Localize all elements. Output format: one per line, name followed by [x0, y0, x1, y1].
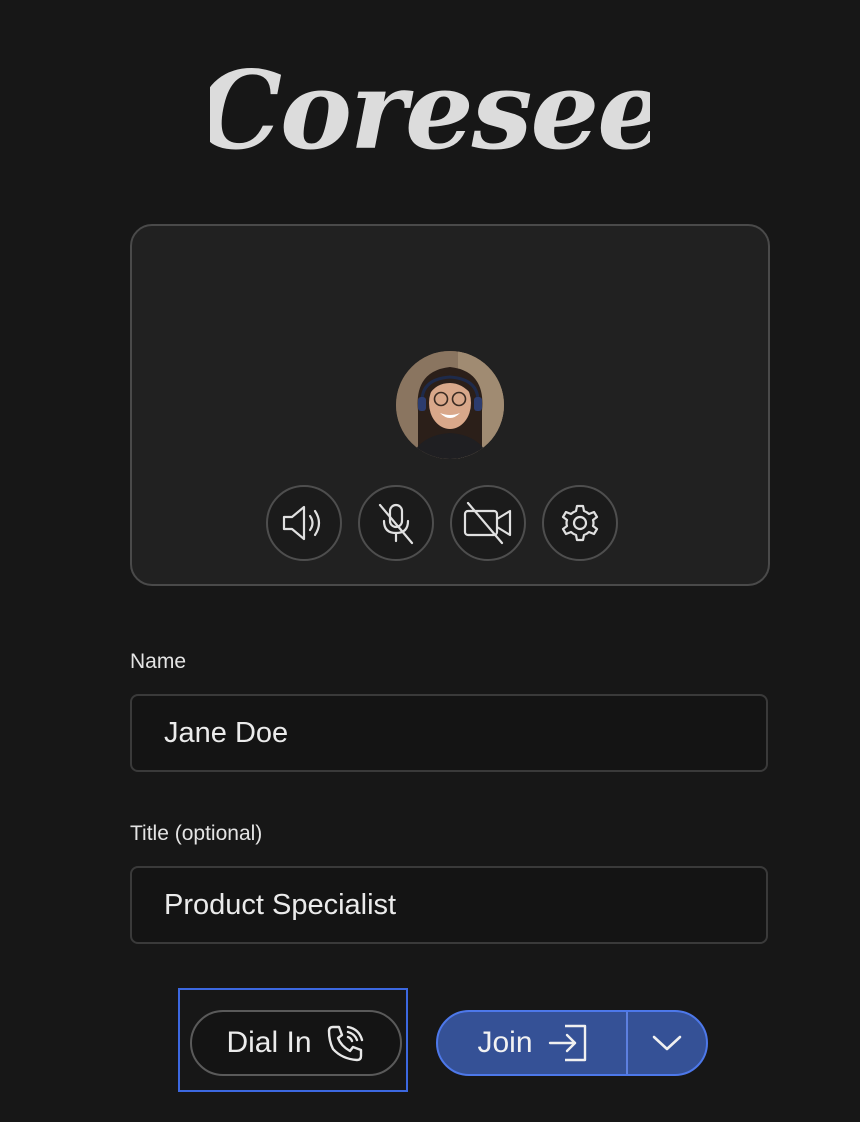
- camera-off-icon: [463, 501, 512, 545]
- logo-text: Coresee: [210, 48, 650, 174]
- settings-button[interactable]: [542, 485, 618, 561]
- join-label: Join: [477, 1026, 533, 1059]
- dial-in-button[interactable]: Dial In: [190, 1010, 402, 1076]
- join-options-dropdown[interactable]: [628, 1012, 706, 1074]
- chevron-down-icon: [652, 1035, 682, 1051]
- gear-icon: [561, 504, 599, 542]
- enter-icon: [548, 1024, 586, 1062]
- dial-in-label: Dial In: [226, 1026, 312, 1059]
- microphone-muted-icon: [378, 503, 414, 545]
- join-button-group: Join: [436, 1010, 708, 1076]
- name-label: Name: [130, 650, 187, 673]
- camera-button[interactable]: [450, 485, 526, 561]
- speaker-icon: [282, 505, 321, 541]
- avatar: [396, 351, 504, 459]
- video-preview-panel: [130, 224, 770, 586]
- join-button[interactable]: Join: [438, 1012, 626, 1074]
- name-input[interactable]: [130, 694, 768, 772]
- media-controls: [266, 485, 618, 561]
- speaker-button[interactable]: [266, 485, 342, 561]
- title-input[interactable]: [130, 866, 768, 944]
- title-label: Title (optional): [130, 822, 263, 845]
- pre-join-screen: Coresee Name Jane Doe Title (optional) P…: [0, 0, 860, 1122]
- app-logo: Coresee: [0, 30, 860, 180]
- phone-ringing-icon: [327, 1025, 363, 1062]
- microphone-button[interactable]: [358, 485, 434, 561]
